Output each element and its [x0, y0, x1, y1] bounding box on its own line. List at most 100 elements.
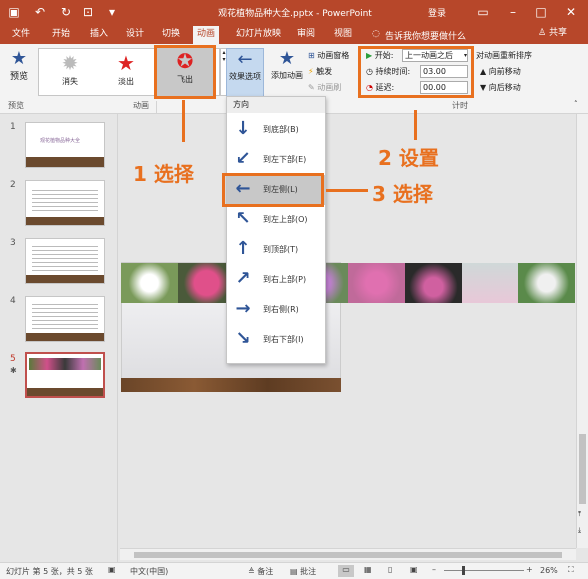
- scrollbar-thumb[interactable]: [579, 434, 586, 504]
- trigger-label: 触发: [316, 67, 333, 76]
- zoom-out-icon[interactable]: –: [432, 565, 436, 574]
- slideshow-icon[interactable]: ▣: [410, 565, 418, 574]
- move-earlier-button[interactable]: ▲ 向前移动: [480, 66, 521, 77]
- slide-thumb-1[interactable]: 观花植物品种大全: [25, 122, 105, 168]
- normal-view-icon[interactable]: ▭: [338, 565, 354, 577]
- move-later-button[interactable]: ▼ 向后移动: [480, 82, 521, 93]
- animation-pane-button[interactable]: ⊞ 动画窗格: [308, 50, 349, 61]
- spellcheck-icon[interactable]: ▣: [108, 565, 116, 574]
- vertical-scrollbar[interactable]: ⤒ ⤓: [576, 114, 588, 548]
- menu-item-bottom[interactable]: ↓ 到底部(B): [227, 115, 325, 145]
- thumb-flower-strip: [29, 358, 101, 370]
- start-value: 上一动画之后: [405, 51, 453, 60]
- clock-icon: ◷: [366, 67, 373, 76]
- photo-flower-pots: [461, 263, 519, 303]
- duration-label: ◷ 持续时间:: [366, 66, 410, 77]
- thumb-text: [32, 187, 98, 211]
- photo-dark-bloom: [404, 263, 462, 303]
- tab-review[interactable]: 审阅: [293, 28, 319, 44]
- ribbon-tabs: 文件 开始 插入 设计 切换 动画 幻灯片放映 审阅 视图 ◌ 告诉我你想要做什…: [0, 24, 588, 44]
- menu-item-label: 到右上部(P): [263, 275, 307, 284]
- tab-animations[interactable]: 动画: [193, 26, 220, 44]
- notes-label: 备注: [257, 567, 274, 576]
- reading-view-icon[interactable]: ▯: [388, 565, 392, 574]
- arrow-down-left-icon: ↙: [235, 148, 251, 169]
- anim-fade[interactable]: ★ 淡出: [100, 50, 152, 94]
- undo-icon[interactable]: ↶: [32, 4, 48, 20]
- flower-photo-strip[interactable]: [121, 263, 575, 303]
- start-from-beginning-icon[interactable]: ⊡: [80, 4, 96, 20]
- tab-view[interactable]: 视图: [330, 28, 356, 44]
- callout1-line: [182, 100, 185, 142]
- anim-fly-in[interactable]: ✪ 飞出: [154, 45, 216, 99]
- redo-icon[interactable]: ↻: [58, 4, 74, 20]
- minimize-icon[interactable]: –: [505, 4, 521, 20]
- thumb-text: [32, 301, 98, 331]
- slide-thumb-2[interactable]: [25, 180, 105, 226]
- horizontal-scrollbar[interactable]: [120, 548, 576, 560]
- arrow-up-right-icon: ↗: [235, 268, 251, 289]
- move-earlier-label: 向前移动: [488, 67, 521, 76]
- animation-painter-button[interactable]: ✎ 动画刷: [308, 82, 341, 93]
- anim-disappear[interactable]: ✹ 消失: [44, 50, 96, 94]
- photo-white-flowers: [518, 263, 575, 303]
- zoom-slider[interactable]: [444, 570, 524, 571]
- maximize-icon[interactable]: □: [533, 4, 549, 20]
- notes-button[interactable]: ≜ 备注: [248, 566, 273, 577]
- group-preview-label: 预览: [8, 101, 24, 110]
- slide-thumb-5[interactable]: [25, 352, 105, 398]
- tab-file[interactable]: 文件: [8, 28, 34, 44]
- painter-icon: ✎: [308, 83, 315, 92]
- effect-options-button[interactable]: ← 效果选项: [226, 48, 264, 98]
- menu-item-right[interactable]: → 到右侧(R): [227, 295, 325, 325]
- slide-number: 4: [10, 296, 16, 306]
- slide-number: 1: [10, 122, 16, 132]
- menu-item-top-right[interactable]: ↗ 到右上部(P): [227, 265, 325, 295]
- zoom-level[interactable]: 26%: [540, 566, 558, 575]
- slide-number: 2: [10, 180, 16, 190]
- comments-label: 批注: [300, 567, 317, 576]
- trigger-button[interactable]: ⚡ 触发: [308, 66, 332, 77]
- delay-spinner[interactable]: 00.00: [420, 81, 468, 94]
- menu-item-bottom-right[interactable]: ↘ 到右下部(I): [227, 325, 325, 355]
- tab-home[interactable]: 开始: [48, 28, 74, 44]
- photo-pink-flowers: [348, 263, 405, 303]
- zoom-slider-thumb[interactable]: [462, 566, 465, 575]
- close-icon[interactable]: ✕: [563, 4, 579, 20]
- comments-button[interactable]: ▤ 批注: [290, 566, 316, 577]
- fly-star-icon: ✪: [176, 49, 194, 73]
- arrow-up-left-icon: ↖: [235, 208, 251, 229]
- tab-slideshow[interactable]: 幻灯片放映: [232, 28, 285, 44]
- menu-item-top[interactable]: ↑ 到顶部(T): [227, 235, 325, 265]
- customize-qat-icon[interactable]: ▾: [104, 4, 120, 20]
- menu-item-bottom-left[interactable]: ↙ 到左下部(E): [227, 145, 325, 175]
- zoom-in-icon[interactable]: +: [526, 565, 533, 574]
- slide-thumb-3[interactable]: [25, 238, 105, 284]
- h-scrollbar-thumb[interactable]: [134, 552, 562, 558]
- ribbon-display-icon[interactable]: ▭: [475, 4, 491, 20]
- thumb-title: 观花植物品种大全: [40, 138, 81, 144]
- slide-sorter-icon[interactable]: ▦: [364, 565, 372, 574]
- preview-button[interactable]: ★ 预览: [6, 48, 32, 82]
- tell-me-box[interactable]: 告诉我你想要做什么: [385, 29, 466, 42]
- share-button[interactable]: ♙ 共享: [538, 27, 582, 42]
- start-select[interactable]: 上一动画之后 ▾: [402, 49, 468, 62]
- sign-in-link[interactable]: 登录: [428, 6, 446, 19]
- tab-insert[interactable]: 插入: [86, 28, 112, 44]
- preview-star-icon: ★: [10, 48, 28, 69]
- next-slide-icon[interactable]: ⤓: [578, 526, 581, 535]
- menu-item-top-left[interactable]: ↖ 到左上部(O): [227, 205, 325, 235]
- tab-design[interactable]: 设计: [122, 28, 148, 44]
- language-status[interactable]: 中文(中国): [130, 566, 168, 577]
- save-icon[interactable]: ▣: [6, 4, 22, 20]
- prev-slide-icon[interactable]: ⤒: [578, 510, 581, 519]
- slide-thumb-4[interactable]: [25, 296, 105, 342]
- add-animation-button[interactable]: ★ 添加动画: [268, 48, 306, 81]
- tab-transitions[interactable]: 切换: [158, 28, 184, 44]
- duration-spinner[interactable]: 03.00: [420, 65, 468, 78]
- collapse-ribbon-icon[interactable]: ˄: [574, 100, 578, 108]
- callout2-line: [414, 110, 417, 140]
- effect-options-label: 效果选项: [229, 72, 261, 81]
- start-text: 开始:: [374, 51, 394, 60]
- fit-to-window-icon[interactable]: ⛶: [568, 565, 574, 575]
